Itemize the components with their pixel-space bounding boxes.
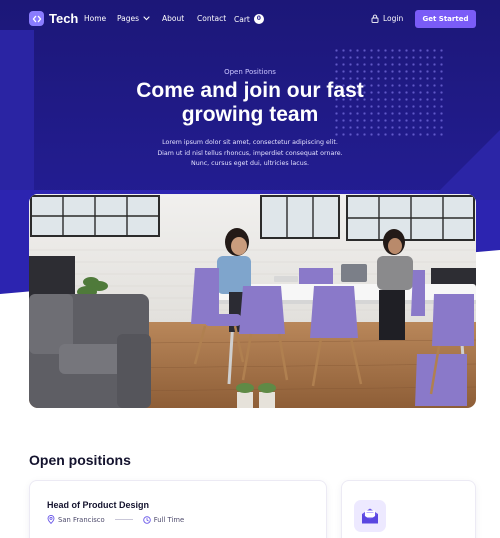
job-card[interactable]: Head of Product Design San Francisco Ful… <box>29 480 327 538</box>
nav-link-label: Pages <box>117 14 140 23</box>
office-team-photo <box>29 194 476 408</box>
hero-facet <box>0 30 34 190</box>
map-pin-icon <box>47 515 55 524</box>
hero-title: Come and join our fast growing team <box>120 79 380 127</box>
chevron-down-icon <box>143 16 150 21</box>
login-link[interactable]: Login <box>371 14 403 23</box>
hero-eyebrow: Open Positions <box>224 68 276 76</box>
cart-count-badge: 0 <box>253 14 264 24</box>
mail-icon-tile <box>354 500 386 532</box>
nav-link-cart[interactable]: Cart 0 <box>234 14 264 24</box>
job-meta: San Francisco Full Time <box>47 515 184 524</box>
newsletter-card <box>341 480 476 538</box>
brand-name: Tech <box>49 11 79 26</box>
hero-subtitle-line: Diam ut id nisl tellus rhoncus, imperdie… <box>157 149 343 157</box>
office-scene-illustration <box>29 194 476 408</box>
job-title[interactable]: Head of Product Design <box>47 500 149 510</box>
hero-title-line: growing team <box>181 103 319 126</box>
lock-icon <box>371 14 379 23</box>
nav-link-home[interactable]: Home <box>84 14 106 23</box>
nav-link-contact[interactable]: Contact <box>197 14 226 23</box>
job-location-label: San Francisco <box>58 515 105 524</box>
clock-icon <box>142 515 151 524</box>
job-type: Full Time <box>142 515 185 524</box>
hero-subtitle-line: Nunc, cursus eget dui, ultricies lacus. <box>191 160 309 167</box>
nav-link-pages[interactable]: Pages <box>117 14 150 23</box>
login-label: Login <box>383 14 404 23</box>
envelope-open-icon <box>362 508 378 524</box>
get-started-button[interactable]: Get Started <box>415 10 476 28</box>
job-location: San Francisco <box>47 515 105 524</box>
code-brackets-icon <box>29 11 44 26</box>
open-positions-heading: Open positions <box>29 452 131 468</box>
nav-link-label: Cart <box>234 14 250 24</box>
logo[interactable]: Tech <box>29 11 78 26</box>
hero-title-line: Come and join our fast <box>136 79 364 102</box>
hero-subtitle: Lorem ipsum dolor sit amet, consectetur … <box>140 138 360 170</box>
meta-divider <box>114 519 133 520</box>
job-type-label: Full Time <box>153 515 185 524</box>
hero-subtitle-line: Lorem ipsum dolor sit amet, consectetur … <box>162 139 338 146</box>
nav-link-about[interactable]: About <box>162 14 184 23</box>
top-nav: Tech Home Pages About Contact Cart 0 Log… <box>0 0 500 38</box>
